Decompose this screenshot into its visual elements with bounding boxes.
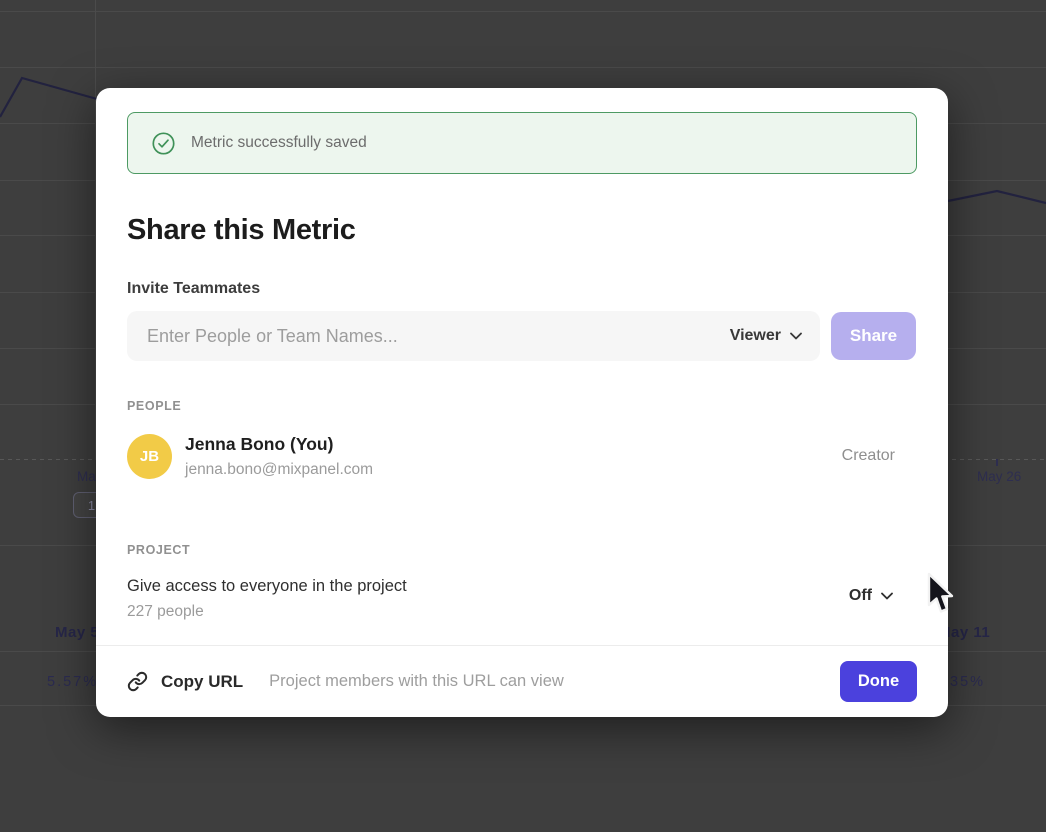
- role-dropdown-value: Viewer: [730, 327, 781, 345]
- project-access-row: Give access to everyone in the project 2…: [127, 577, 917, 623]
- link-icon: [127, 671, 148, 692]
- role-dropdown[interactable]: Viewer: [718, 327, 802, 345]
- share-metric-modal: Metric successfully saved Share this Met…: [96, 88, 948, 717]
- x-axis-label-right: May 26: [977, 469, 1021, 484]
- invite-teammates-label: Invite Teammates: [127, 280, 260, 298]
- footer-hint: Project members with this URL can view: [269, 672, 564, 691]
- invite-input-container: Viewer: [127, 311, 820, 361]
- invite-teammates-input[interactable]: [145, 325, 718, 348]
- copy-url-label: Copy URL: [161, 672, 243, 692]
- avatar-initials: JB: [140, 448, 159, 465]
- chevron-down-icon: [881, 592, 893, 600]
- people-section-label: PEOPLE: [127, 399, 181, 413]
- project-access-title: Give access to everyone in the project: [127, 577, 407, 596]
- toast-message: Metric successfully saved: [191, 134, 367, 152]
- done-button[interactable]: Done: [840, 661, 917, 702]
- avatar: JB: [127, 434, 172, 479]
- modal-title: Share this Metric: [127, 214, 356, 247]
- success-toast: Metric successfully saved: [127, 112, 917, 174]
- project-section-label: PROJECT: [127, 543, 190, 557]
- range-chip-label: 1: [88, 498, 95, 513]
- project-access-value: Off: [849, 587, 872, 605]
- person-role: Creator: [842, 447, 895, 465]
- person-email: jenna.bono@mixpanel.com: [185, 461, 373, 479]
- share-button[interactable]: Share: [831, 312, 916, 360]
- person-row: JB Jenna Bono (You) jenna.bono@mixpanel.…: [127, 434, 917, 479]
- project-access-subtitle: 227 people: [127, 603, 204, 621]
- modal-footer: Copy URL Project members with this URL c…: [96, 645, 948, 717]
- project-access-dropdown[interactable]: Off: [849, 587, 893, 605]
- check-circle-icon: [152, 132, 175, 155]
- copy-url-button[interactable]: Copy URL: [127, 671, 243, 692]
- axis-tick: [996, 459, 998, 466]
- chevron-down-icon: [790, 332, 802, 340]
- person-name: Jenna Bono (You): [185, 434, 333, 455]
- table-value-left: 5.57%: [47, 674, 98, 690]
- table-header-left: May 5: [55, 624, 99, 641]
- table-value-right: 35%: [950, 674, 985, 690]
